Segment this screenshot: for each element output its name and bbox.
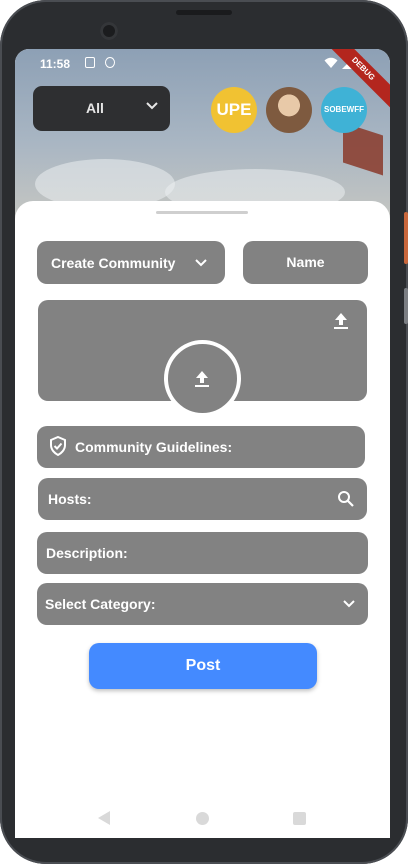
description-label: Description:: [46, 545, 128, 561]
guidelines-label: Community Guidelines:: [75, 439, 233, 455]
status-bar: 11:58 DEBUG: [15, 49, 390, 114]
recents-icon[interactable]: [293, 812, 306, 825]
front-camera: [100, 22, 118, 40]
category-dropdown[interactable]: Select Category:: [37, 583, 368, 625]
earpiece-speaker: [176, 10, 232, 15]
create-community-sheet: Create Community Name Community Guidelin…: [15, 201, 390, 838]
shield-check-icon: [49, 435, 67, 461]
story-avatar-brand[interactable]: SOBEWFF: [321, 87, 367, 133]
back-icon[interactable]: [98, 811, 110, 825]
chevron-down-icon: [145, 99, 159, 118]
wifi-icon: [324, 57, 338, 72]
community-avatar-upload[interactable]: [164, 340, 241, 417]
home-icon[interactable]: [196, 812, 209, 825]
upload-icon[interactable]: [333, 312, 349, 335]
search-icon[interactable]: [337, 490, 355, 513]
notification-icon: [105, 57, 115, 68]
upload-icon: [194, 370, 210, 393]
post-button[interactable]: Post: [89, 643, 317, 689]
community-type-value: Create Community: [51, 255, 176, 271]
system-nav-bar: [0, 798, 408, 842]
phone-frame: 11:58 DEBUG All UPE SOBEWFF Create Commu…: [0, 0, 408, 864]
community-type-dropdown[interactable]: Create Community: [37, 241, 225, 284]
filter-dropdown[interactable]: All: [33, 86, 170, 131]
hosts-label: Hosts:: [48, 491, 92, 507]
community-guidelines-field[interactable]: Community Guidelines:: [37, 426, 365, 468]
hosts-field[interactable]: Hosts:: [38, 478, 367, 520]
chevron-down-icon: [342, 597, 356, 616]
screen: 11:58 DEBUG All UPE SOBEWFF Create Commu…: [15, 49, 390, 838]
name-field[interactable]: Name: [243, 241, 368, 284]
name-placeholder: Name: [286, 254, 325, 270]
story-avatar-portrait[interactable]: [266, 87, 312, 133]
sim-icon: [85, 57, 95, 68]
sheet-drag-handle[interactable]: [156, 211, 248, 214]
volume-button: [404, 212, 408, 264]
chevron-down-icon: [194, 255, 208, 274]
description-field[interactable]: Description:: [37, 532, 368, 574]
story-avatar-upe[interactable]: UPE: [211, 87, 257, 133]
power-button: [404, 288, 408, 324]
category-label: Select Category:: [45, 596, 156, 612]
filter-value: All: [86, 100, 104, 116]
status-time: 11:58: [40, 57, 71, 71]
